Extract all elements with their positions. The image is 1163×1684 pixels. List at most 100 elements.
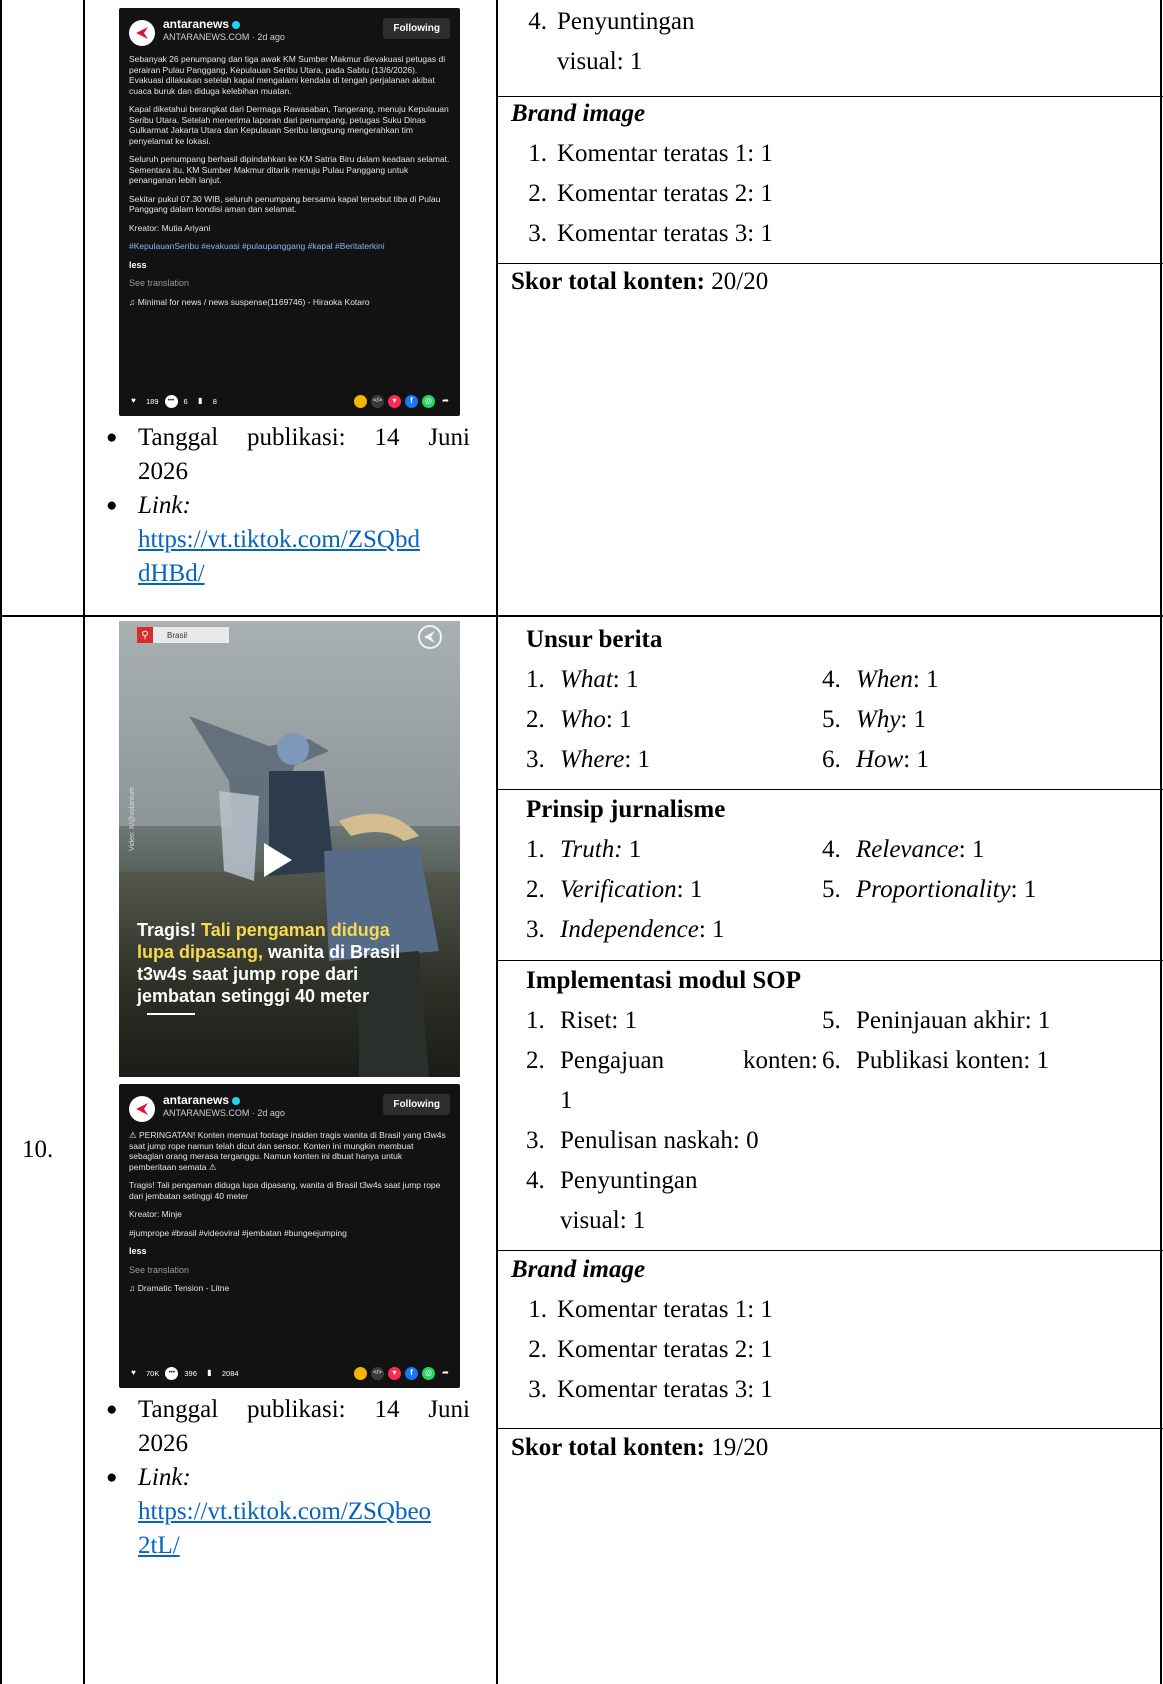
facebook-icon[interactable]: f (405, 1366, 418, 1380)
caption-text: Tragis! (137, 920, 202, 940)
list-number: 5. (822, 1007, 841, 1034)
bullet-icon: ● (106, 495, 118, 516)
embed-icon[interactable]: </> (371, 394, 384, 408)
antaranews-watermark-icon (418, 625, 442, 649)
term: When (856, 666, 913, 693)
list-item: Komentar teratas 2: 1 (557, 1336, 773, 1363)
list-item-cont: visual: 1 (560, 1207, 646, 1234)
share-arrow-icon[interactable]: ➦ (439, 395, 452, 408)
list-number: 4. (822, 666, 841, 693)
term: Why (856, 706, 901, 733)
account-name: antaranews (163, 17, 230, 31)
link-label: Link: (138, 1464, 191, 1491)
caption-paragraph: Kapal diketahui berangkat dari Dermaga R… (129, 104, 449, 146)
list-number: 1. (526, 1007, 545, 1034)
term: How (856, 746, 904, 773)
section-title: Unsur berita (526, 626, 663, 653)
brand-image-section: Brand image 1. Komentar teratas 1: 1 2. Ko… (511, 1250, 1151, 1410)
table-border (0, 615, 1163, 617)
like-count: 70K (146, 1368, 160, 1378)
list-item: Penulisan naskah: 0 (560, 1127, 759, 1154)
see-translation-link[interactable]: See translation (129, 278, 450, 289)
facebook-icon[interactable]: f (405, 394, 418, 408)
post-meta: ANTARANEWS.COM · 2d ago (163, 32, 285, 42)
publication-date: Tanggal publikasi: 14 Juni (138, 424, 470, 451)
list-number: 3. (528, 220, 547, 247)
publication-date-cont: 2026 (138, 1430, 188, 1457)
list-number: 1. (528, 140, 547, 167)
hashtags[interactable]: #jumprope #brasil #videoviral #jembatan … (129, 1228, 450, 1239)
list-number: 4. (822, 836, 841, 863)
account-name: antaranews (163, 1093, 230, 1107)
tiktok-link[interactable]: https://vt.tiktok.com/ZSQbd (138, 526, 420, 553)
less-link[interactable]: less (129, 260, 450, 271)
share-arrow-icon[interactable]: ➦ (439, 1367, 452, 1380)
list-item: konten: (743, 1047, 818, 1074)
hashtags[interactable]: #KepulauanSeribu #evakuasi #pulaupanggan… (129, 241, 450, 252)
embed-icon[interactable]: </> (371, 1366, 384, 1380)
list-number: 2. (528, 180, 547, 207)
video-caption: Tragis! Tali pengaman diduga lupa dipasa… (137, 919, 427, 1007)
publication-date: Tanggal publikasi: 14 Juni (138, 1396, 470, 1423)
emoji-icon[interactable] (354, 1366, 367, 1380)
whatsapp-icon[interactable]: ◎ (422, 394, 435, 408)
following-button[interactable]: Following (383, 1094, 450, 1115)
like-count: 189 (146, 396, 159, 406)
list-number: 2. (526, 706, 545, 733)
caption-paragraph: Sekitar pukul 07.30 WIB, seluruh penumpa… (129, 193, 441, 215)
tiktok-caption-card: antaranews ANTARANEWS.COM · 2d ago Follo… (119, 8, 460, 416)
repost-icon[interactable]: ▾ (388, 394, 401, 408)
video-thumbnail[interactable]: ⚲ Brasil Video: X/@volantum Tragis! Tali … (119, 621, 460, 1077)
list-number: 4. (528, 8, 547, 35)
total-score: Skor total konten: 19/20 (511, 1428, 1151, 1468)
location-badge: ⚲ Brasil (137, 627, 229, 643)
list-item: Komentar teratas 1: 1 (557, 1296, 773, 1323)
bookmark-icon[interactable]: ▮ (194, 395, 207, 408)
tiktok-link-cont[interactable]: 2tL/ (138, 1532, 180, 1559)
comment-icon[interactable]: ••• (164, 394, 178, 408)
verified-icon (232, 1096, 241, 1105)
list-number: 3. (526, 746, 545, 773)
list-number: 3. (526, 1127, 545, 1154)
section-title: Brand image (511, 100, 646, 127)
term-score: : 1 (612, 666, 639, 693)
caption-paragraph: ⚠ PERINGATAN! Konten memuat footage insi… (129, 1130, 446, 1172)
music-title: Dramatic Tension - Litne (137, 1283, 230, 1293)
following-button[interactable]: Following (383, 18, 450, 39)
location-text: Brasil (167, 630, 188, 640)
see-translation-link[interactable]: See translation (129, 1265, 450, 1276)
term-score: : 1 (900, 706, 927, 733)
tiktok-link-cont[interactable]: dHBd/ (138, 560, 205, 587)
tiktok-caption-card: antaranews ANTARANEWS.COM · 2d ago Follo… (119, 1084, 460, 1388)
sop-item-text-cont: visual: 1 (557, 48, 643, 75)
bullet-icon: ● (106, 1399, 118, 1420)
comment-icon[interactable]: ••• (165, 1366, 179, 1380)
term-score: : 1 (624, 746, 651, 773)
heart-icon[interactable]: ♥ (127, 395, 140, 408)
term: Where (560, 746, 625, 773)
whatsapp-icon[interactable]: ◎ (422, 1366, 435, 1380)
emoji-icon[interactable] (354, 394, 367, 408)
term: Who (560, 706, 606, 733)
music-note-icon: ♫ (129, 296, 138, 307)
brand-image-section: Brand image 1. Komentar teratas 1: 1 2. Ko… (511, 94, 1151, 254)
table-border (1160, 0, 1162, 1684)
bookmark-icon[interactable]: ▮ (203, 1367, 216, 1380)
heart-icon[interactable]: ♥ (127, 1367, 140, 1380)
list-number: 3. (528, 1376, 547, 1403)
bullet-icon: ● (106, 427, 118, 448)
list-number: 4. (526, 1167, 545, 1194)
less-link[interactable]: less (129, 1246, 450, 1257)
table-border (0, 0, 2, 1684)
verified-icon (232, 20, 241, 29)
score-label: Skor total konten: (511, 1434, 706, 1461)
repost-icon[interactable]: ▾ (388, 1366, 401, 1380)
section-title: Implementasi modul SOP (526, 967, 802, 994)
term-score: : 1 (1010, 876, 1037, 903)
score-label: Skor total konten: (511, 268, 706, 295)
list-item: Komentar teratas 3: 1 (557, 220, 773, 247)
tiktok-link[interactable]: https://vt.tiktok.com/ZSQbeo (138, 1498, 431, 1525)
play-icon[interactable] (264, 843, 292, 877)
sop-item-text: Penyuntingan (557, 8, 695, 35)
unsur-berita-section: Unsur berita 1. What: 1 2. Who: 1 3. Where:… (526, 620, 1156, 780)
